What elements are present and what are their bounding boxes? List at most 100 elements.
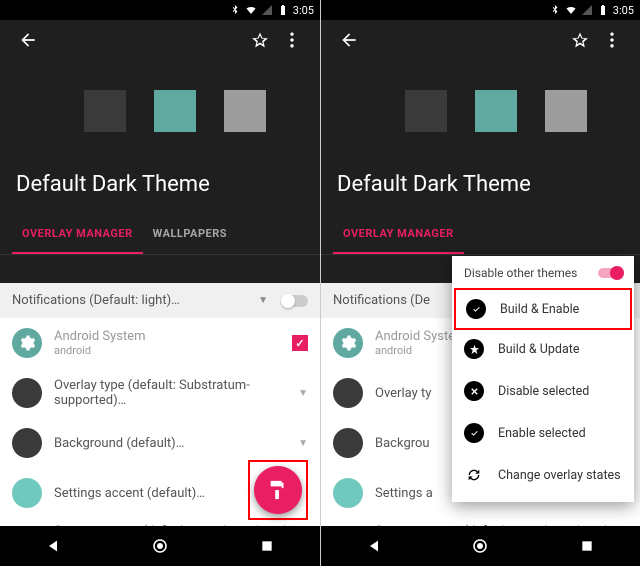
swatch-teal	[475, 90, 517, 132]
gear-icon	[339, 334, 357, 352]
disable-other-label: Disable other themes	[464, 266, 577, 280]
circle-home-icon	[151, 537, 169, 555]
star-outline-icon	[570, 30, 590, 50]
tab-bar: OVERLAY MANAGER WALLPAPERS	[0, 215, 320, 255]
app-bar	[321, 20, 640, 60]
row-title: Android System	[54, 329, 292, 344]
close-circle-icon	[464, 381, 484, 401]
arrow-back-icon	[18, 30, 38, 50]
theme-title: Default Dark Theme	[16, 172, 304, 197]
gear-icon	[18, 334, 36, 352]
theme-header: Default Dark Theme	[321, 60, 640, 215]
circle-home-icon	[471, 537, 489, 555]
tab-overlay-manager[interactable]: OVERLAY MANAGER	[12, 215, 143, 254]
nav-back[interactable]	[23, 538, 83, 554]
popup-change-states[interactable]: Change overlay states	[452, 454, 634, 496]
bluetooth-icon	[549, 4, 561, 16]
gear-avatar	[12, 328, 42, 358]
wifi-icon	[565, 4, 577, 16]
chevron-down-icon: ▼	[258, 295, 268, 306]
battery-icon	[597, 4, 609, 16]
battery-icon	[277, 4, 289, 16]
popup-label: Enable selected	[498, 426, 586, 441]
fab-apply[interactable]	[254, 466, 302, 514]
more-vert-icon	[602, 30, 622, 50]
swatch-circle-dark	[333, 378, 363, 408]
nav-home[interactable]	[130, 537, 190, 555]
wifi-icon	[245, 4, 257, 16]
swatch-circle-dark	[12, 378, 42, 408]
chevron-down-icon: ▼	[298, 388, 308, 399]
popup-label: Build & Update	[498, 342, 579, 357]
color-swatches	[84, 90, 304, 132]
toggle-on[interactable]	[598, 268, 622, 278]
screenshot-left: 3:05 Default Dark Theme OVERLAY MANAGER …	[0, 0, 320, 566]
favorite-button[interactable]	[564, 24, 596, 56]
back-button[interactable]	[333, 24, 365, 56]
row-system-accent-cut: System accent (default: match settings/	[321, 518, 640, 526]
screenshot-right: 3:05 Default Dark Theme OVERLAY MANAGER …	[320, 0, 640, 566]
check-down-icon	[466, 299, 486, 319]
swatch-circle-dark	[333, 428, 363, 458]
tab-wallpapers[interactable]: WALLPAPERS	[143, 215, 237, 254]
row-android-system[interactable]: Android System android	[0, 318, 320, 368]
nav-recents[interactable]	[237, 539, 297, 553]
row-text: Android System android	[54, 329, 292, 357]
gear-avatar	[333, 328, 363, 358]
popup-label: Disable selected	[498, 384, 589, 399]
theme-title: Default Dark Theme	[337, 172, 624, 197]
row-label: Background (default)…	[54, 436, 298, 451]
swatch-circle-dark	[12, 428, 42, 458]
status-bar: 3:05	[0, 0, 320, 20]
theme-header: Default Dark Theme	[0, 60, 320, 215]
dropdown-label: Notifications (Default: light)…	[12, 293, 252, 308]
app-bar	[0, 20, 320, 60]
nav-recents[interactable]	[557, 539, 617, 553]
toggle-off[interactable]	[282, 295, 308, 307]
popup-disable-selected[interactable]: Disable selected	[452, 370, 634, 412]
tab-overlay-manager[interactable]: OVERLAY MANAGER	[333, 215, 464, 254]
status-time: 3:05	[613, 4, 634, 17]
popup-label: Build & Enable	[500, 302, 579, 317]
popup-enable-selected[interactable]: Enable selected	[452, 412, 634, 454]
more-vert-icon	[282, 30, 302, 50]
nav-home[interactable]	[450, 537, 510, 555]
triangle-back-icon	[366, 538, 382, 554]
refresh-icon	[464, 465, 484, 485]
paint-roller-icon	[267, 479, 289, 501]
popup-build-enable[interactable]: Build & Enable	[454, 288, 632, 330]
swatch-dark	[84, 90, 126, 132]
square-recents-icon	[260, 539, 274, 553]
nav-bar	[0, 526, 320, 566]
favorite-button[interactable]	[244, 24, 276, 56]
status-time: 3:05	[293, 4, 314, 17]
square-recents-icon	[580, 539, 594, 553]
star-filled-icon	[464, 339, 484, 359]
row-overlay-type[interactable]: Overlay type (default: Substratum-suppor…	[0, 368, 320, 418]
triangle-back-icon	[45, 538, 61, 554]
bluetooth-icon	[229, 4, 241, 16]
swatch-circle-teal	[12, 478, 42, 508]
status-bar: 3:05	[321, 0, 640, 20]
action-popup: Disable other themes Build & Enable Buil…	[452, 256, 634, 502]
popup-build-update[interactable]: Build & Update	[452, 328, 634, 370]
overflow-button[interactable]	[276, 24, 308, 56]
arrow-back-icon	[339, 30, 359, 50]
checkbox-checked[interactable]	[292, 335, 308, 351]
row-label: Overlay type (default: Substratum-suppor…	[54, 378, 298, 408]
swatch-teal	[154, 90, 196, 132]
star-outline-icon	[250, 30, 270, 50]
swatch-gray	[545, 90, 587, 132]
signal-off-icon	[581, 4, 593, 16]
check-circle-icon	[464, 423, 484, 443]
popup-label: Change overlay states	[498, 468, 621, 483]
notifications-dropdown[interactable]: Notifications (Default: light)… ▼	[0, 283, 320, 318]
signal-off-icon	[261, 4, 273, 16]
back-button[interactable]	[12, 24, 44, 56]
tab-wallpapers-hidden	[464, 215, 484, 254]
nav-bar	[321, 526, 640, 566]
overflow-button[interactable]	[596, 24, 628, 56]
tab-bar: OVERLAY MANAGER	[321, 215, 640, 255]
nav-back[interactable]	[344, 538, 404, 554]
chevron-down-icon: ▼	[298, 438, 308, 449]
